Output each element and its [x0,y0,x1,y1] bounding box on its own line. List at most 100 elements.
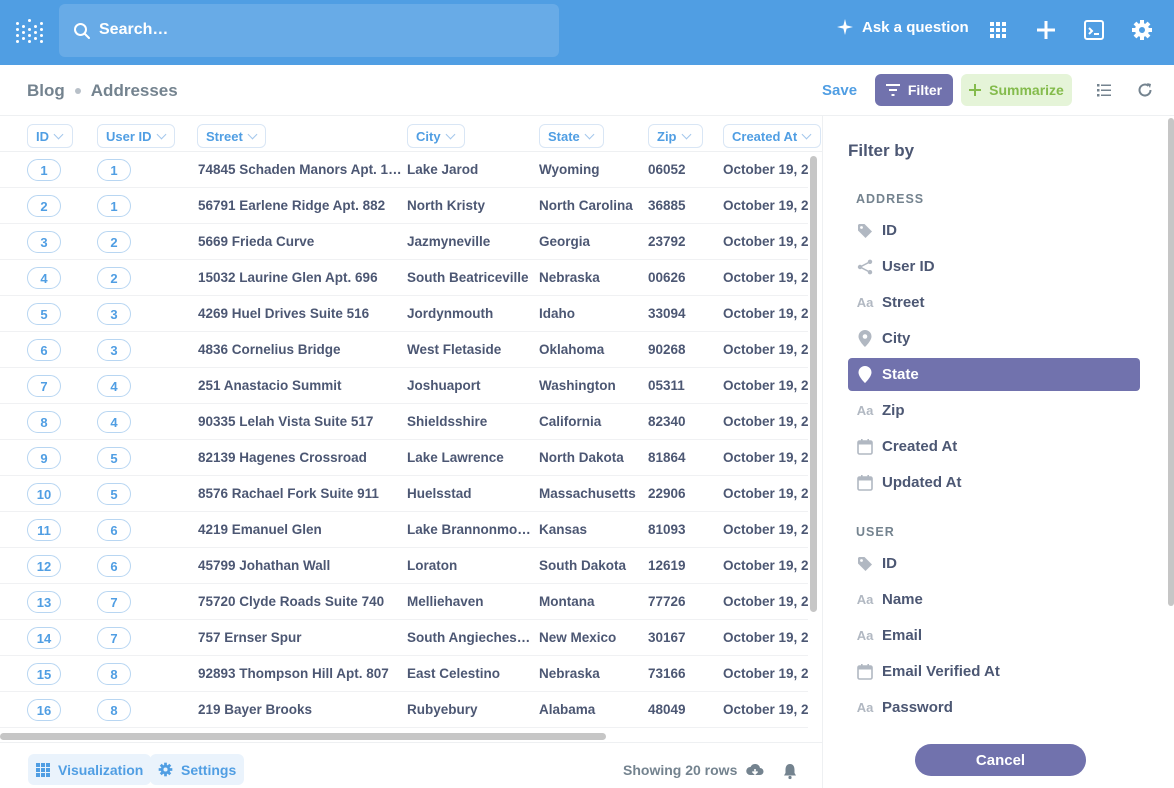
column-header-user-id[interactable]: User ID [97,124,175,148]
download-icon[interactable] [746,762,764,780]
table-row[interactable]: 12 6 45799 Johathan Wall Loraton South Dakot… [0,548,808,584]
user-id-pill[interactable]: 6 [97,519,131,541]
filter-button[interactable]: Filter [875,74,953,106]
user-id-pill[interactable]: 1 [97,195,131,217]
table-row[interactable]: 8 4 90335 Lelah Vista Suite 517 Shieldsshir… [0,404,808,440]
user-id-pill[interactable]: 1 [97,159,131,181]
table-row[interactable]: 4 2 15032 Laurine Glen Apt. 696 South Beatr… [0,260,808,296]
filter-field-id[interactable]: ID [848,547,1140,580]
save-button[interactable]: Save [822,82,857,99]
ask-question-button[interactable]: Ask a question [836,18,969,36]
id-pill[interactable]: 2 [27,195,61,217]
table-row[interactable]: 7 4 251 Anastacio Summit Joshuaport Washingt… [0,368,808,404]
table-row[interactable]: 5 3 4269 Huel Drives Suite 516 Jordynmouth I… [0,296,808,332]
id-pill[interactable]: 15 [27,663,61,685]
id-pill[interactable]: 3 [27,231,61,253]
id-pill[interactable]: 4 [27,267,61,289]
column-header-city[interactable]: City [407,124,465,148]
filter-field-street[interactable]: Aa Street [848,286,1140,319]
bell-icon[interactable] [781,762,799,780]
street-cell: 56791 Earlene Ridge Apt. 882 [198,198,386,213]
column-header-state[interactable]: State [539,124,604,148]
filter-field-city[interactable]: City [848,322,1140,355]
sidebar-scrollbar[interactable] [1168,118,1174,606]
tag-icon [856,222,874,240]
browse-grid-icon[interactable] [987,19,1009,41]
user-id-pill[interactable]: 4 [97,411,131,433]
user-id-pill[interactable]: 3 [97,303,131,325]
table-row[interactable]: 10 5 8576 Rachael Fork Suite 911 Huelsstad M… [0,476,808,512]
id-pill[interactable]: 16 [27,699,61,721]
filter-field-state[interactable]: State [848,358,1140,391]
city-cell: South Beatriceville [407,270,529,285]
column-header-label: User ID [106,128,152,144]
id-pill[interactable]: 8 [27,411,61,433]
filter-field-updated-at[interactable]: Updated At [848,466,1140,499]
filter-field-label: Street [882,294,925,311]
filter-field-email[interactable]: Aa Email [848,619,1140,652]
filter-field-name[interactable]: Aa Name [848,583,1140,616]
table-row[interactable]: 16 8 219 Bayer Brooks Rubyebury Alabama 48049… [0,692,808,728]
table-row[interactable]: 2 1 56791 Earlene Ridge Apt. 882 North Kris… [0,188,808,224]
user-id-pill[interactable]: 2 [97,231,131,253]
id-pill[interactable]: 7 [27,375,61,397]
sql-editor-icon[interactable] [1083,19,1105,41]
breadcrumb-current[interactable]: Addresses [91,81,178,101]
state-cell: North Carolina [539,198,633,213]
summarize-button[interactable]: Summarize [961,74,1072,106]
city-cell: Loraton [407,558,458,573]
table-row[interactable]: 1 1 74845 Schaden Manors Apt. 122 Lake Jaro… [0,152,808,188]
filter-field-zip[interactable]: Aa Zip [848,394,1140,427]
gear-icon[interactable] [1131,19,1153,41]
table-row[interactable]: 9 5 82139 Hagenes Crossroad Lake Lawrence No… [0,440,808,476]
filter-field-password[interactable]: Aa Password [848,691,1140,724]
id-pill[interactable]: 5 [27,303,61,325]
user-id-pill[interactable]: 2 [97,267,131,289]
visualization-button[interactable]: Visualization [28,754,152,785]
id-pill[interactable]: 11 [27,519,61,541]
id-pill[interactable]: 1 [27,159,61,181]
user-id-pill[interactable]: 3 [97,339,131,361]
settings-button[interactable]: Settings [150,754,245,785]
metabase-logo[interactable] [14,18,43,46]
id-pill[interactable]: 6 [27,339,61,361]
table-grid-icon [36,762,50,777]
user-id-pill[interactable]: 7 [97,591,131,613]
table-row[interactable]: 11 6 4219 Emanuel Glen Lake Brannonmo… Kansa… [0,512,808,548]
refresh-icon[interactable] [1137,82,1153,98]
filter-field-created-at[interactable]: Created At [848,430,1140,463]
column-header-zip[interactable]: Zip [648,124,703,148]
filter-field-user-id[interactable]: User ID [848,250,1140,283]
row-count: Showing 20 rows [623,762,738,778]
breadcrumb-parent[interactable]: Blog [27,81,65,101]
search-bar[interactable]: Search… [59,4,559,57]
user-id-pill[interactable]: 8 [97,699,131,721]
table-row[interactable]: 6 3 4836 Cornelius Bridge West Fletaside Okl… [0,332,808,368]
user-id-pill[interactable]: 5 [97,447,131,469]
table-row[interactable]: 15 8 92893 Thompson Hill Apt. 807 East Cele… [0,656,808,692]
table-row[interactable]: 13 7 75720 Clyde Roads Suite 740 Melliehave… [0,584,808,620]
id-pill[interactable]: 14 [27,627,61,649]
cancel-button[interactable]: Cancel [915,744,1086,776]
notebook-editor-icon[interactable] [1096,82,1112,98]
filter-field-email-verified-at[interactable]: Email Verified At [848,655,1140,688]
column-header-created-at[interactable]: Created At [723,124,821,148]
filter-field-id[interactable]: ID [848,214,1140,247]
table-row[interactable]: 3 2 5669 Frieda Curve Jazmyneville Georgia 23… [0,224,808,260]
column-header-id[interactable]: ID [27,124,73,148]
column-header-street[interactable]: Street [197,124,266,148]
table-row[interactable]: 14 7 757 Ernser Spur South Angieches… New Me… [0,620,808,656]
table-vertical-scrollbar[interactable] [810,156,817,612]
table-horizontal-scrollbar[interactable] [0,733,606,740]
calendar-icon [856,663,874,681]
plus-icon[interactable] [1035,19,1057,41]
user-id-pill[interactable]: 5 [97,483,131,505]
id-pill[interactable]: 9 [27,447,61,469]
id-pill[interactable]: 12 [27,555,61,577]
user-id-pill[interactable]: 6 [97,555,131,577]
id-pill[interactable]: 13 [27,591,61,613]
user-id-pill[interactable]: 8 [97,663,131,685]
id-pill[interactable]: 10 [27,483,61,505]
user-id-pill[interactable]: 7 [97,627,131,649]
user-id-pill[interactable]: 4 [97,375,131,397]
